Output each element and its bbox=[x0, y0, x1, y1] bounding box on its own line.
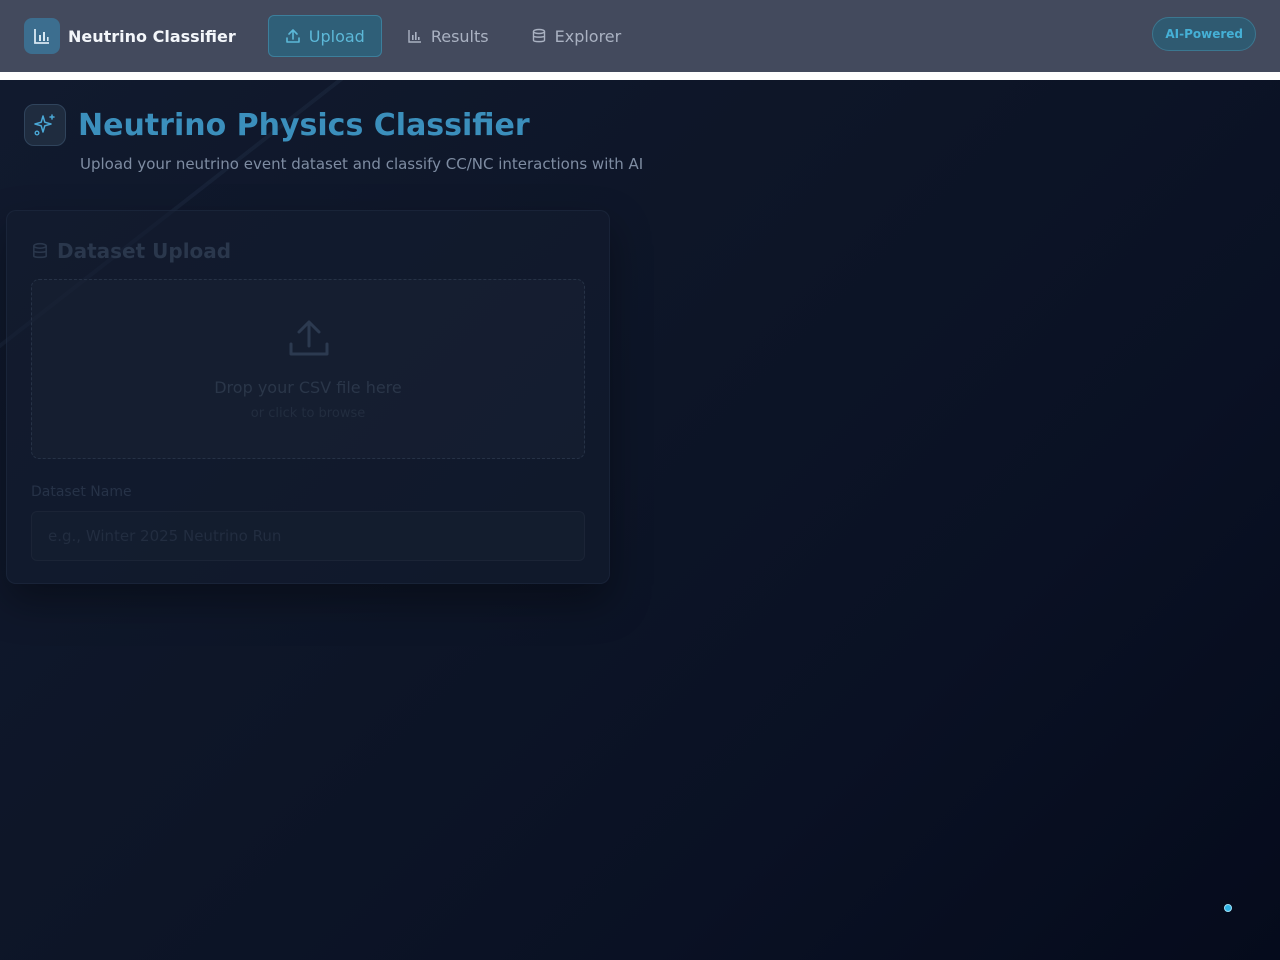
main-content: Neutrino Physics Classifier Upload your … bbox=[0, 80, 1280, 960]
status-indicator bbox=[1224, 904, 1232, 912]
card-title: Dataset Upload bbox=[31, 239, 231, 263]
ai-powered-badge: AI-Powered bbox=[1152, 17, 1256, 51]
brand-title: Neutrino Classifier bbox=[68, 26, 236, 46]
brand[interactable]: Neutrino Classifier bbox=[24, 18, 236, 54]
sparkles-icon bbox=[24, 104, 66, 146]
divider-strip bbox=[0, 72, 1280, 80]
database-icon bbox=[33, 242, 47, 259]
bar-chart-icon bbox=[408, 30, 421, 43]
top-navbar: Neutrino Classifier Upload Results Explo… bbox=[0, 0, 1280, 72]
nav-tab-results-label: Results bbox=[430, 26, 489, 46]
nav-tab-upload-label: Upload bbox=[308, 26, 365, 46]
dataset-upload-card: Dataset Upload Drop your CSV file here o… bbox=[6, 210, 610, 584]
nav-tab-explorer[interactable]: Explorer bbox=[514, 15, 639, 57]
dropzone-instruction: Drop your CSV file here bbox=[214, 378, 402, 397]
bar-chart-logo-icon bbox=[24, 18, 60, 54]
page-title: Neutrino Physics Classifier bbox=[78, 107, 530, 143]
csv-dropzone[interactable]: Drop your CSV file here or click to brow… bbox=[31, 279, 585, 459]
nav-tab-explorer-label: Explorer bbox=[554, 26, 622, 46]
upload-icon bbox=[289, 320, 329, 356]
dataset-name-input[interactable] bbox=[31, 511, 585, 561]
nav-tab-results[interactable]: Results bbox=[390, 15, 506, 57]
database-icon bbox=[532, 28, 545, 43]
dropzone-browse-hint: or click to browse bbox=[250, 406, 366, 421]
main-nav: Upload Results Explorer bbox=[267, 15, 646, 57]
nav-tab-upload[interactable]: Upload bbox=[267, 15, 382, 57]
page-subtitle: Upload your neutrino event dataset and c… bbox=[80, 155, 644, 173]
card-title-label: Dataset Upload bbox=[57, 239, 232, 263]
dataset-name-label: Dataset Name bbox=[31, 484, 132, 500]
upload-icon bbox=[285, 29, 300, 43]
page-header: Neutrino Physics Classifier bbox=[24, 104, 530, 146]
